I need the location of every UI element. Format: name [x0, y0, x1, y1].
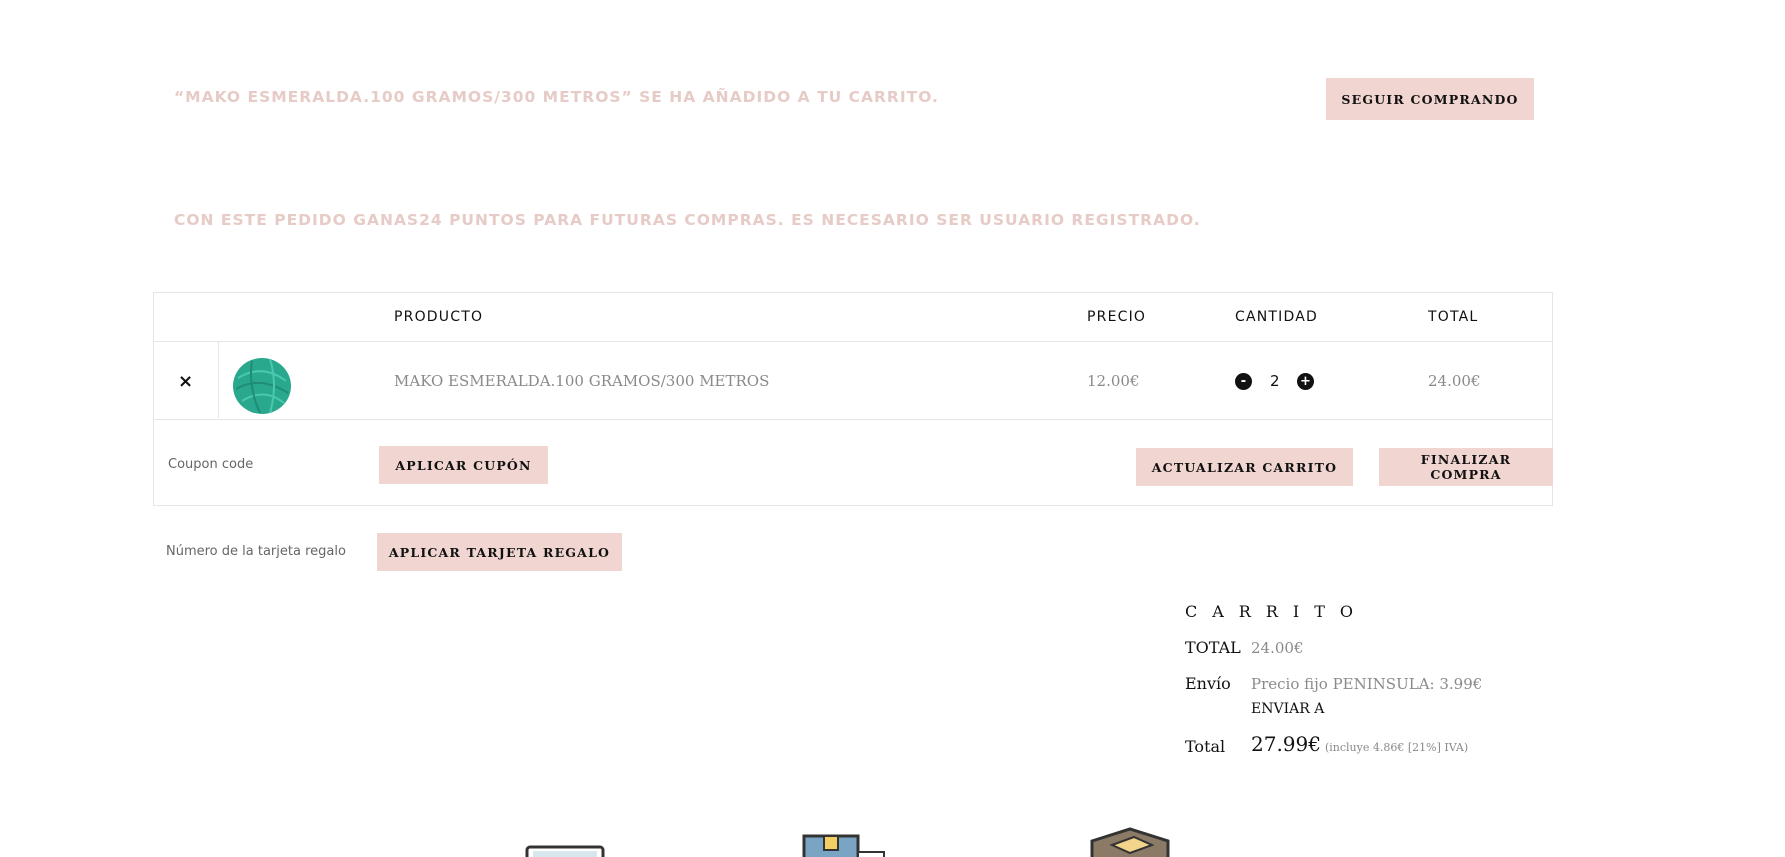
package-icon: [802, 834, 885, 857]
tax-note: (incluye 4.86€ [21%] IVA): [1324, 741, 1469, 754]
subtotal-label: TOTAL: [1185, 638, 1241, 657]
update-cart-button[interactable]: ACTUALIZAR CARRITO: [1136, 448, 1353, 486]
continue-shopping-button[interactable]: SEGUIR COMPRANDO: [1326, 78, 1534, 120]
checkout-button[interactable]: FINALIZAR COMPRA: [1379, 448, 1553, 486]
shipping-method: Precio fijo PENINSULA: 3.99€: [1251, 675, 1483, 693]
gift-card-number-input[interactable]: [166, 544, 366, 559]
shipping-label: Envío: [1185, 674, 1231, 693]
quantity-decrease-button[interactable]: -: [1235, 373, 1252, 390]
quantity-increase-button[interactable]: +: [1297, 373, 1314, 390]
column-divider: [218, 341, 219, 418]
product-price: 12.00€: [1087, 372, 1140, 390]
remove-item-icon[interactable]: ×: [178, 371, 193, 392]
added-to-cart-notice: “MAKO ESMERALDA.100 GRAMOS/300 METROS” S…: [174, 88, 939, 106]
points-notice: CON ESTE PEDIDO GANAS24 PUNTOS PARA FUTU…: [174, 211, 1201, 229]
open-box-icon: [1090, 827, 1170, 857]
apply-coupon-button[interactable]: APLICAR CUPÓN: [379, 446, 548, 484]
quantity-value[interactable]: 2: [1270, 372, 1280, 390]
subtotal-value: 24.00€: [1251, 639, 1304, 657]
header-quantity: CANTIDAD: [1235, 309, 1318, 325]
yarn-ball-image: [233, 358, 291, 414]
apply-gift-card-button[interactable]: APLICAR TARJETA REGALO: [377, 533, 622, 571]
cart-totals-heading: CARRITO: [1185, 602, 1368, 621]
product-name-link[interactable]: MAKO ESMERALDA.100 GRAMOS/300 METROS: [394, 372, 769, 390]
cart-table: PRODUCTO PRECIO CANTIDAD TOTAL × MAKO ES…: [153, 292, 1553, 506]
product-thumbnail[interactable]: [230, 353, 294, 417]
order-total-label: Total: [1185, 737, 1226, 756]
order-total-value: 27.99€: [1251, 732, 1321, 756]
ship-to-link[interactable]: ENVIAR A: [1251, 701, 1324, 717]
header-total: TOTAL: [1428, 309, 1479, 325]
row-divider: [154, 419, 1552, 420]
line-total: 24.00€: [1428, 372, 1481, 390]
header-product: PRODUCTO: [394, 309, 484, 325]
laptop-icon: [525, 845, 605, 857]
order-total: 27.99€ (incluye 4.86€ [21%] IVA): [1251, 732, 1468, 756]
row-divider: [154, 341, 1552, 342]
header-price: PRECIO: [1087, 309, 1147, 325]
coupon-code-input[interactable]: [168, 457, 338, 472]
